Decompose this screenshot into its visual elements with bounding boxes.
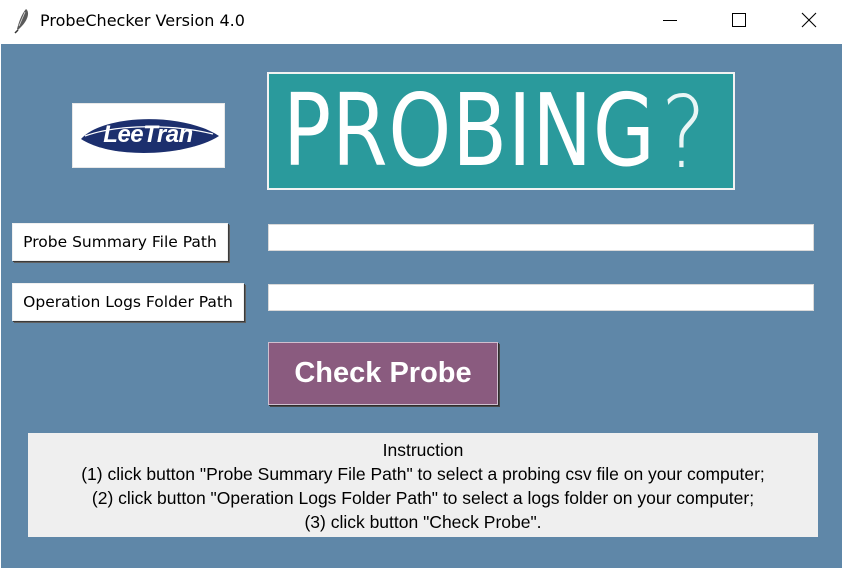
probing-banner: PROBING ?	[267, 72, 735, 190]
minimize-button[interactable]	[647, 0, 693, 40]
title-bar: ProbeChecker Version 4.0	[0, 0, 843, 44]
window-title: ProbeChecker Version 4.0	[40, 11, 245, 30]
svg-text:LeeTran: LeeTran	[103, 121, 192, 148]
instruction-line: (1) click button "Probe Summary File Pat…	[81, 464, 765, 484]
maximize-button[interactable]	[716, 0, 762, 40]
operation-logs-folder-path-button[interactable]: Operation Logs Folder Path	[12, 283, 244, 321]
instruction-heading: Instruction	[382, 440, 464, 460]
leetran-logo: LeeTran	[72, 103, 225, 168]
instruction-panel: Instruction (1) click button "Probe Summ…	[28, 433, 818, 537]
instruction-line: (2) click button "Operation Logs Folder …	[91, 488, 755, 508]
operation-logs-path-input[interactable]	[268, 284, 814, 311]
feather-icon	[12, 8, 32, 34]
banner-title: PROBING	[283, 72, 656, 189]
probe-summary-file-path-button[interactable]: Probe Summary File Path	[12, 223, 228, 261]
close-button[interactable]	[786, 0, 832, 40]
check-probe-button[interactable]: Check Probe	[268, 342, 498, 405]
instruction-line: (3) click button "Check Probe".	[304, 512, 542, 532]
question-mark-symbol: ?	[661, 74, 707, 190]
probe-summary-path-input[interactable]	[268, 224, 814, 251]
